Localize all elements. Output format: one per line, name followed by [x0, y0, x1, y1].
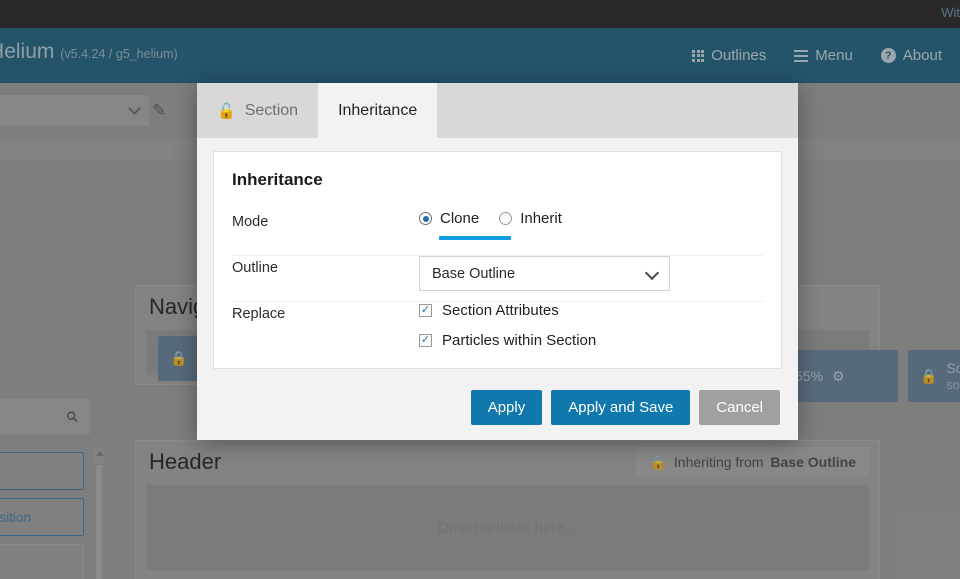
inheritance-modal: 🔓 Section Inheritance Inheritance Mode C…: [197, 83, 798, 440]
radio-clone[interactable]: Clone: [419, 210, 479, 227]
app-root: Wit ne: Helium (v5.4.24 / g5_helium) Out…: [0, 0, 960, 579]
list-item[interactable]: [0, 544, 84, 579]
lock-icon: 🔒: [170, 350, 188, 366]
field-label-mode: Mode: [232, 214, 269, 230]
checkbox-section-attributes[interactable]: ✓ Section Attributes: [419, 302, 763, 319]
nav-item-menu-label: Menu: [815, 47, 853, 64]
active-mode-underline: [439, 236, 511, 240]
card-title: Inheritance: [232, 170, 323, 189]
apply-and-save-button[interactable]: Apply and Save: [551, 389, 691, 425]
cancel-button[interactable]: Cancel: [699, 389, 780, 425]
gear-icon[interactable]: ⚙: [832, 368, 845, 385]
field-row-replace: Replace ✓ Section Attributes ✓ Particles…: [232, 302, 763, 362]
section-title: Header: [149, 449, 222, 474]
list-item[interactable]: Position: [0, 498, 84, 536]
checkbox-section-attributes-box[interactable]: ✓: [419, 304, 432, 317]
main-nav-links: Outlines Menu ? About: [692, 28, 942, 83]
lock-icon: 🔒: [920, 367, 938, 384]
radio-inherit-label: Inherit: [520, 210, 562, 227]
modal-tabs: 🔓 Section Inheritance: [197, 83, 798, 138]
grid-icon: [692, 49, 705, 62]
mode-radio-group: Clone Inherit: [419, 210, 763, 240]
topbar-label: Wit: [941, 5, 960, 20]
outline-selector[interactable]: [0, 94, 150, 127]
inheriting-badge-prefix: Inheriting from: [673, 454, 764, 470]
field-control-mode: Clone Inherit: [419, 210, 763, 240]
list-item[interactable]: [0, 452, 84, 490]
layout-section-header[interactable]: Header 🔒 Inheriting from Base Outline Dr…: [135, 440, 880, 579]
tab-inheritance-label: Inheritance: [338, 101, 418, 119]
radio-clone-dot[interactable]: [419, 212, 432, 225]
brand-title: ne: Helium (v5.4.24 / g5_helium): [0, 40, 178, 64]
radio-clone-label: Clone: [440, 210, 480, 227]
radio-inherit-dot[interactable]: [499, 212, 513, 225]
tab-inheritance[interactable]: Inheritance: [318, 83, 438, 138]
modal-footer: Apply Apply and Save Cancel: [197, 374, 798, 440]
search-icon: ⚲: [62, 406, 83, 427]
unlock-icon: 🔓: [217, 102, 236, 120]
particles-sidebar: ⚲ Position ntent Messages: [0, 160, 119, 579]
outline-select-value: Base Outline: [432, 265, 516, 282]
top-utility-bar: Wit: [0, 0, 960, 28]
nav-item-about[interactable]: ? About: [880, 47, 942, 64]
particle-percentage[interactable]: 55% ⚙: [783, 350, 898, 402]
chevron-down-icon: [128, 102, 141, 115]
field-control-outline: Base Outline: [419, 256, 763, 291]
list-item-label: Position: [0, 509, 32, 525]
chevron-down-icon: [644, 265, 660, 281]
section-drop-area[interactable]: Drop particles here...: [146, 485, 869, 570]
field-control-replace: ✓ Section Attributes ✓ Particles within …: [419, 302, 763, 362]
field-row-mode: Mode Clone Inherit: [232, 210, 763, 256]
drop-hint-text: Drop particles here...: [437, 519, 578, 536]
checkbox-particles-within-section-label: Particles within Section: [442, 332, 597, 349]
checkbox-particles-within-section-box[interactable]: ✓: [419, 334, 432, 347]
nav-item-outlines[interactable]: Outlines: [692, 47, 766, 64]
scroll-up-icon[interactable]: [95, 451, 104, 456]
field-label-outline: Outline: [232, 260, 278, 276]
outline-select[interactable]: Base Outline: [419, 256, 670, 291]
checkbox-particles-within-section[interactable]: ✓ Particles within Section: [419, 332, 763, 349]
hamburger-icon: [794, 49, 809, 62]
particle-name: 55%: [795, 368, 824, 384]
modal-body: Inheritance Mode Clone Inherit Outline B…: [197, 138, 798, 374]
pencil-icon[interactable]: ✎: [152, 101, 166, 121]
nav-item-about-label: About: [902, 47, 942, 64]
question-circle-icon: ?: [880, 48, 896, 63]
main-nav-bar: ne: Helium (v5.4.24 / g5_helium) Outline…: [0, 28, 960, 83]
inheritance-card: Inheritance Mode Clone Inherit Outline B…: [213, 151, 782, 369]
inheriting-badge-outline: Base Outline: [770, 454, 856, 470]
particle-social[interactable]: 🔒 Social social: [908, 350, 960, 402]
sidebar-scrollbar[interactable]: [92, 448, 104, 579]
field-row-outline: Outline Base Outline: [232, 256, 763, 302]
nav-item-menu[interactable]: Menu: [794, 47, 853, 64]
search-input[interactable]: ⚲: [0, 399, 90, 434]
scrollbar-thumb[interactable]: [95, 464, 103, 579]
field-label-replace: Replace: [232, 306, 286, 322]
nav-item-outlines-label: Outlines: [711, 47, 767, 64]
brand-name: ne: Helium: [0, 40, 55, 63]
checkbox-section-attributes-label: Section Attributes: [442, 302, 559, 319]
particles-list: Position ntent Messages: [0, 452, 84, 579]
brand-version: (v5.4.24 / g5_helium): [60, 47, 178, 61]
tab-section[interactable]: 🔓 Section: [197, 83, 318, 138]
radio-inherit[interactable]: Inherit: [499, 210, 562, 227]
tab-section-label: Section: [244, 101, 299, 119]
particle-subtitle: social: [946, 378, 960, 393]
inheriting-badge: 🔒 Inheriting from Base Outline: [636, 447, 869, 477]
particle-name: Social: [946, 359, 960, 376]
lock-icon: 🔒: [649, 453, 667, 470]
apply-button[interactable]: Apply: [470, 389, 543, 425]
